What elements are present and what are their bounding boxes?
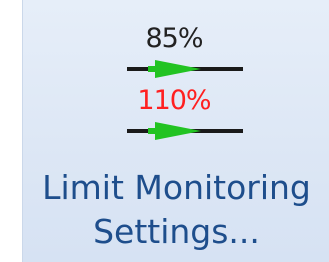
button-label-line-1: Limit Monitoring [42,168,311,207]
button-label-line-2: Settings... [93,212,260,251]
limit-threshold-label: 110% [137,85,211,116]
limit-monitoring-settings-button[interactable]: 85% 110% Limit Monitoring Settings... [22,0,329,262]
limit-threshold-marker [127,122,243,140]
warning-threshold-marker [127,60,243,78]
warning-threshold-label: 85% [145,23,203,54]
limit-monitoring-icon: 85% 110% [23,0,329,150]
